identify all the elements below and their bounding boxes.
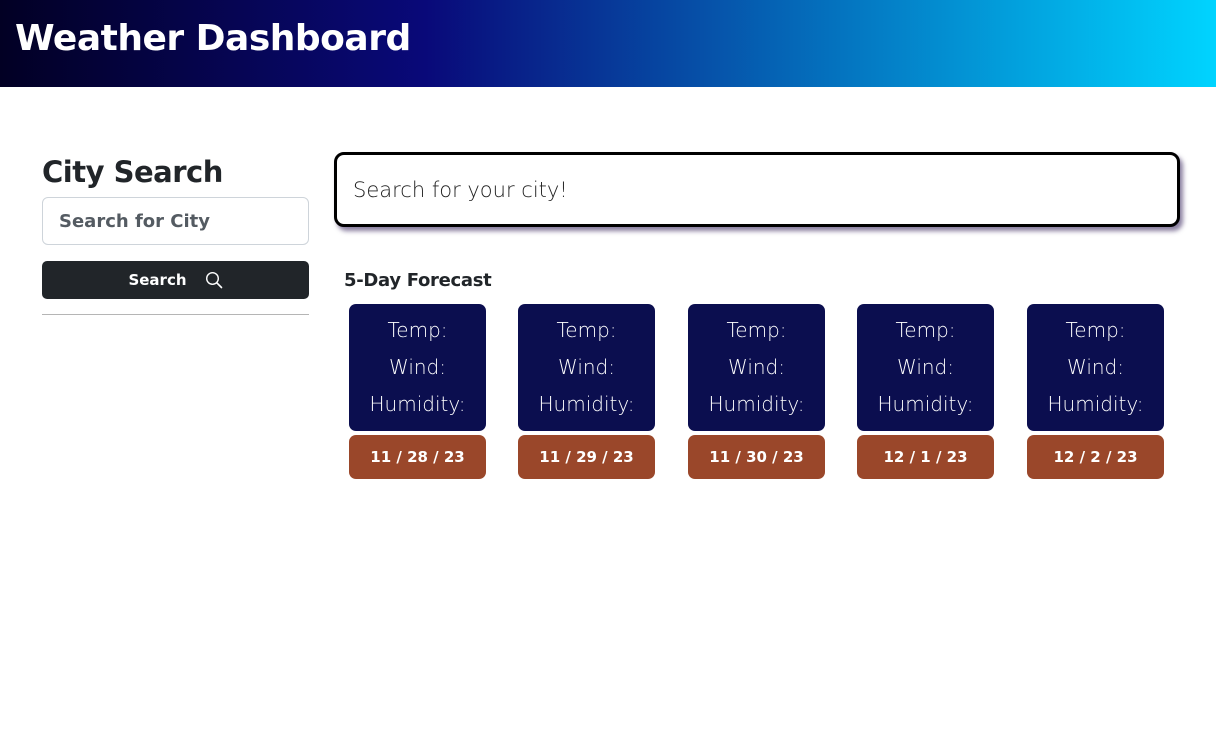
forecast-temp-label: Temp:: [556, 318, 617, 342]
forecast-day: Temp: Wind: Humidity: 11 / 29 / 23: [518, 304, 655, 479]
forecast-wind-label: Wind:: [388, 355, 446, 379]
search-icon: [205, 271, 222, 289]
forecast-card: Temp: Wind: Humidity:: [349, 304, 486, 431]
forecast-card: Temp: Wind: Humidity:: [518, 304, 655, 431]
forecast-temp-label: Temp:: [1065, 318, 1126, 342]
city-search-heading: City Search: [42, 155, 223, 189]
forecast-humidity-label: Humidity:: [538, 392, 635, 416]
forecast-date: 12 / 2 / 23: [1027, 435, 1164, 479]
forecast-date: 11 / 29 / 23: [518, 435, 655, 479]
forecast-wind-label: Wind:: [727, 355, 785, 379]
forecast-day: Temp: Wind: Humidity: 11 / 28 / 23: [349, 304, 486, 479]
forecast-card: Temp: Wind: Humidity:: [1027, 304, 1164, 431]
forecast-wind-label: Wind:: [557, 355, 615, 379]
search-button[interactable]: Search: [42, 261, 309, 299]
page-title: Weather Dashboard: [15, 18, 411, 59]
forecast-date: 11 / 30 / 23: [688, 435, 825, 479]
forecast-humidity-label: Humidity:: [1047, 392, 1144, 416]
forecast-humidity-label: Humidity:: [708, 392, 805, 416]
forecast-card: Temp: Wind: Humidity:: [857, 304, 994, 431]
page-header: Weather Dashboard: [0, 0, 1216, 87]
forecast-humidity-label: Humidity:: [369, 392, 466, 416]
forecast-temp-label: Temp:: [895, 318, 956, 342]
forecast-date: 11 / 28 / 23: [349, 435, 486, 479]
forecast-humidity-label: Humidity:: [877, 392, 974, 416]
forecast-wind-label: Wind:: [1066, 355, 1124, 379]
forecast-day: Temp: Wind: Humidity: 11 / 30 / 23: [688, 304, 825, 479]
forecast-title: 5-Day Forecast: [344, 270, 492, 291]
search-history-divider: [42, 314, 309, 315]
forecast-card: Temp: Wind: Humidity:: [688, 304, 825, 431]
forecast-temp-label: Temp:: [387, 318, 448, 342]
city-search-panel: City Search Search: [42, 152, 309, 315]
forecast-day: Temp: Wind: Humidity: 12 / 1 / 23: [857, 304, 994, 479]
forecast-temp-label: Temp:: [726, 318, 787, 342]
forecast-day: Temp: Wind: Humidity: 12 / 2 / 23: [1027, 304, 1164, 479]
forecast-date: 12 / 1 / 23: [857, 435, 994, 479]
current-weather-placeholder: Search for your city!: [353, 177, 568, 202]
current-weather-box: Search for your city!: [334, 152, 1180, 227]
city-search-input[interactable]: [42, 197, 309, 245]
search-button-label: Search: [128, 271, 187, 289]
forecast-wind-label: Wind:: [896, 355, 954, 379]
